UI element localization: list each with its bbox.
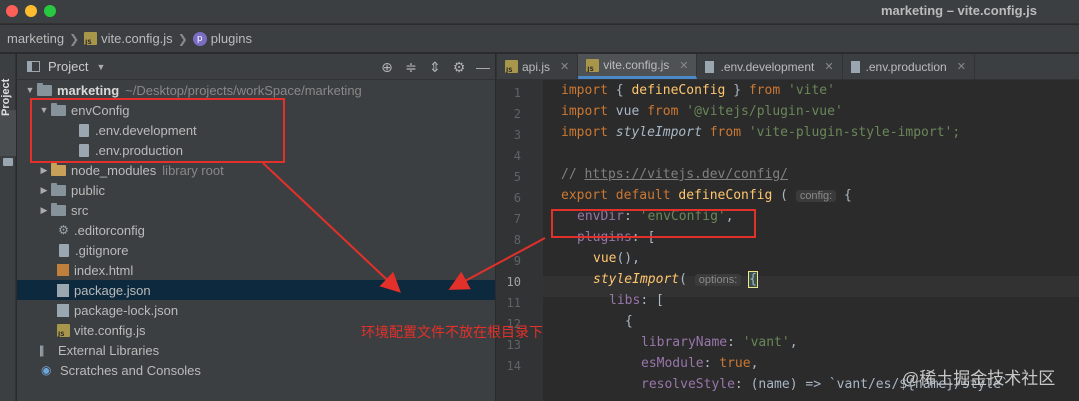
project-window-icon [27,61,40,72]
js-file-icon [505,60,518,74]
project-panel-title[interactable]: Project [48,59,88,74]
code-line: libraryName: 'vant', [641,335,798,350]
tree-item-package-json[interactable]: package.json [17,280,495,300]
hide-icon[interactable]: — [471,59,495,75]
file-icon [59,243,69,257]
tree-item-scratches[interactable]: ◉ Scratches and Consoles [17,360,495,380]
line-number-gutter: 1 2 3 4 5 6 7 8 9 10 11 12 13 14 [497,80,543,401]
folder-icon [3,158,13,166]
code-line: styleImport( options: { [593,271,758,288]
line-number: 4 [513,149,521,163]
code-line: export default defineConfig ( config: { [561,188,852,203]
chevron-down-icon[interactable]: ▼ [23,85,37,95]
tab-env-production[interactable]: .env.production ✕ [843,54,975,79]
gear-icon[interactable]: ⚙ [447,59,471,76]
locate-icon[interactable]: ⊕ [375,59,399,76]
property-icon: p [192,31,207,46]
chevron-down-icon[interactable]: ▼ [96,62,105,72]
title-bar: marketing – vite.config.js [0,0,1079,24]
close-icon[interactable]: ✕ [957,60,966,73]
breadcrumb: marketing ❯ vite.config.js ❯ pplugins [0,25,1079,53]
line-number: 6 [513,191,521,205]
minimize-window-button[interactable] [25,5,37,17]
project-panel-header: Project ▼ ⊕ ≑ ⇕ ⚙ — [17,54,495,80]
tree-item-node-modules[interactable]: ▶ node_modules library root [17,160,495,180]
chevron-right-icon[interactable]: ▶ [37,185,51,196]
folder-icon [51,162,66,176]
close-icon[interactable]: ✕ [824,60,833,73]
chevron-right-icon: ❯ [69,31,80,46]
close-window-button[interactable] [6,5,18,17]
code-editor[interactable]: import { defineConfig } from 'vite' impo… [543,80,1079,401]
tree-item-public[interactable]: ▶ public [17,180,495,200]
project-tool-button[interactable]: Project [0,79,12,116]
breadcrumb-project[interactable]: marketing [7,31,64,46]
chevron-right-icon: ❯ [177,31,188,46]
line-number: 3 [513,128,521,142]
code-line: esModule: true, [641,356,759,371]
breadcrumb-symbol[interactable]: p plugins [192,31,252,46]
tree-item-marketing[interactable]: ▼ marketing ~/Desktop/projects/workSpace… [17,80,495,100]
scratches-icon: ◉ [41,363,52,377]
tab-api-js[interactable]: api.js ✕ [497,54,579,79]
window-title: marketing – vite.config.js [880,3,1037,18]
tree-item-external-libraries[interactable]: ||| External Libraries [17,340,495,360]
line-number: 1 [513,86,521,100]
code-line: libs: [ [609,293,664,308]
close-icon[interactable]: ✕ [679,59,688,72]
collapse-all-icon[interactable]: ≑ [399,59,423,76]
tree-item-gitignore[interactable]: .gitignore [17,240,495,260]
tree-item-index-html[interactable]: index.html [17,260,495,280]
editor-tabs: api.js ✕ vite.config.js ✕ .env.developme… [497,54,1079,80]
code-line: import styleImport from 'vite-plugin-sty… [561,125,961,140]
annotation-text: 环境配置文件不放在根目录下 [361,324,543,340]
annotation-box-envconfig [30,98,285,163]
html-file-icon [57,264,69,276]
line-number: 8 [513,233,521,247]
line-number: 5 [513,170,521,184]
line-number: 9 [513,254,521,268]
maximize-window-button[interactable] [44,5,56,17]
chevron-right-icon[interactable]: ▶ [37,165,51,176]
tree-item-editorconfig[interactable]: ⚙ .editorconfig [17,220,495,240]
json-file-icon [57,283,69,297]
file-icon [850,60,860,73]
js-file-icon [84,32,98,46]
line-number: 11 [506,296,521,310]
code-line: import vue from '@vitejs/plugin-vue' [561,104,843,119]
file-icon [705,60,715,73]
annotation-box-envdir [551,209,756,238]
library-icon: ||| [39,343,44,357]
folder-icon [37,82,52,96]
breadcrumb-file[interactable]: vite.config.js [84,31,173,46]
js-file-icon [57,323,70,338]
tab-env-development[interactable]: .env.development ✕ [697,54,843,79]
gear-icon: ⚙ [58,223,69,237]
line-number: 10 [506,275,521,289]
close-icon[interactable]: ✕ [560,60,569,73]
folder-icon [51,182,66,196]
watermark: @稀土掘金技术社区 [902,369,1056,388]
code-line: { [625,314,633,329]
line-number: 14 [506,359,521,373]
code-line: import { defineConfig } from 'vite' [561,83,835,98]
js-file-icon [586,58,600,73]
json-file-icon [57,303,69,317]
tree-item-package-lock-json[interactable]: package-lock.json [17,300,495,320]
tree-item-src[interactable]: ▶ src [17,200,495,220]
line-number: 7 [513,212,521,226]
line-number: 2 [513,107,521,121]
tool-window-strip: Project [0,54,16,401]
chevron-right-icon[interactable]: ▶ [37,205,51,216]
tab-vite-config[interactable]: vite.config.js ✕ [578,54,698,79]
expand-all-icon[interactable]: ⇕ [423,59,447,76]
folder-icon [51,202,66,216]
code-line: // https://vitejs.dev/config/ [561,167,788,182]
code-line: vue(), [593,251,640,266]
